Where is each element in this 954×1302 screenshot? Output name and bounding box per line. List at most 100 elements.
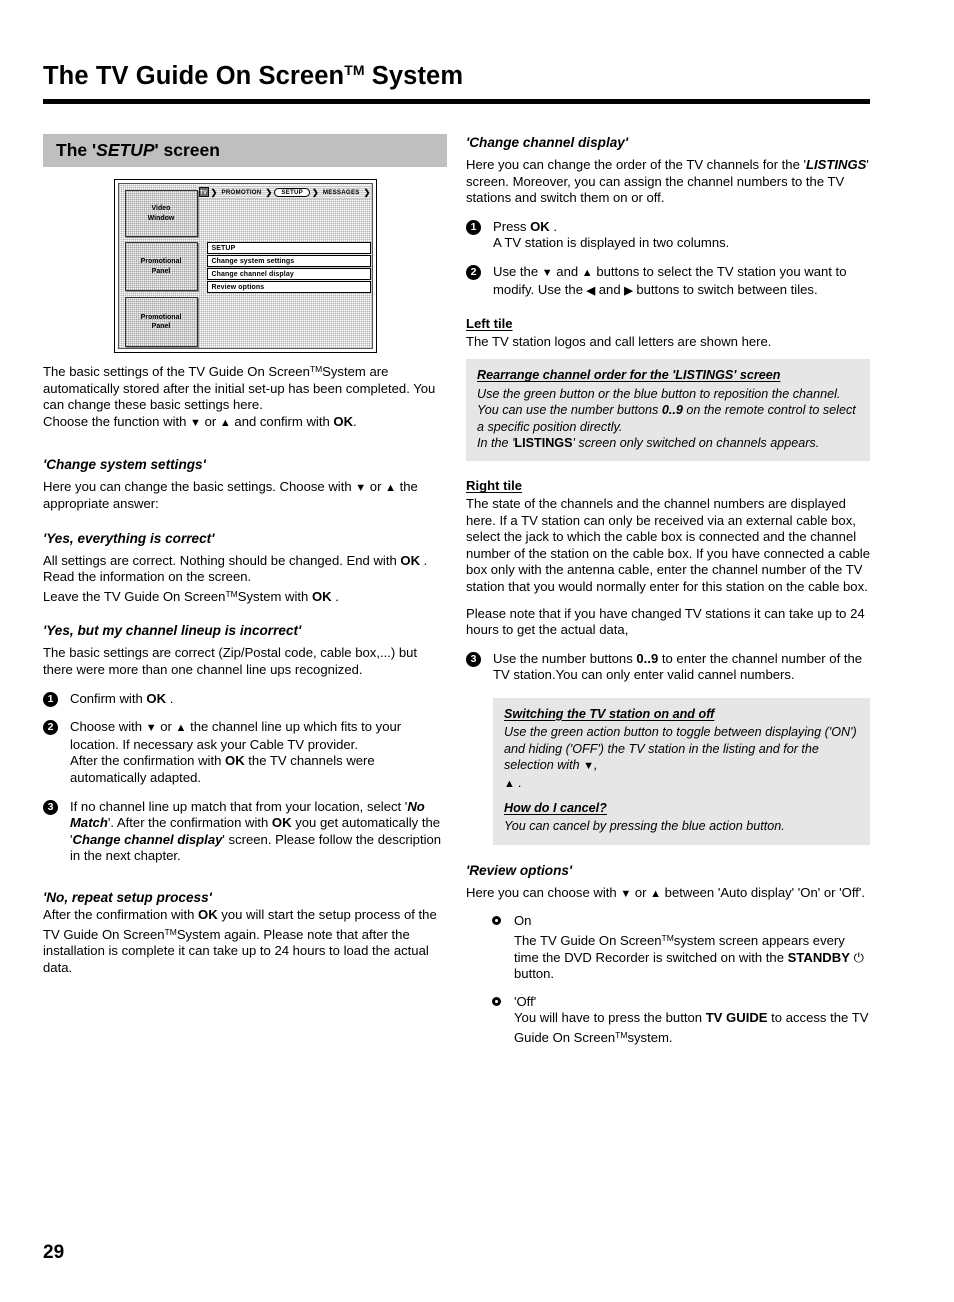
tv-mockup-navbar: TV ❯ PROMOTION ❯ SETUP ❯ MESSAGES ❯ <box>196 185 371 200</box>
nav-separator-icon: ❯ <box>265 187 273 197</box>
nr-text-a: After the confirmation with <box>43 907 195 922</box>
note-line3-emphasis-listings: LISTINGS <box>514 435 573 450</box>
step-number-badge: 1 <box>466 219 481 235</box>
step-item: 1 Press OK . A TV station is displayed i… <box>466 219 870 252</box>
ring-bullet-icon <box>492 996 501 1006</box>
step-number-badge: 3 <box>43 799 58 815</box>
up-arrow-icon: ▲ <box>219 416 231 429</box>
note-switching-heading-text: Switching the TV station on and off <box>504 706 715 721</box>
up-arrow-icon: ▲ <box>175 722 187 735</box>
bullet-on-body-a: The TV Guide On Screen <box>514 932 662 948</box>
intro-trademark-icon: TM <box>309 364 323 375</box>
section-banner-setup-screen: The 'SETUP' screen <box>43 134 447 168</box>
ok-button-label: OK <box>311 588 332 604</box>
banner-pre: The ' <box>56 140 97 160</box>
note-line3-b: ' screen only switched on channels appea… <box>572 435 820 450</box>
change-system-settings-intro: Here you can change the basic settings. … <box>43 479 447 513</box>
down-arrow-icon: ▼ <box>355 481 367 494</box>
heading-change-system-settings: 'Change system settings' <box>43 456 206 472</box>
up-arrow-icon: ▲ <box>504 777 515 790</box>
trademark-icon: TM <box>615 1029 628 1040</box>
number-buttons-label: 0..9 <box>661 403 683 418</box>
intro-or: or <box>204 413 217 429</box>
up-arrow-icon: ▲ <box>581 266 593 279</box>
ok-button-label: OK <box>271 815 292 831</box>
step-number-badge: 2 <box>43 720 58 736</box>
banner-emphasis: SETUP <box>96 140 155 160</box>
page-title: The TV Guide On ScreenTM System <box>43 62 463 91</box>
css-or: or <box>369 478 382 494</box>
nav-item-setup[interactable]: SETUP <box>274 187 311 197</box>
intro-period: . <box>353 413 357 429</box>
down-arrow-icon: ▼ <box>145 722 157 735</box>
page-number: 29 <box>43 1242 65 1263</box>
down-arrow-icon: ▼ <box>620 887 632 900</box>
r-step3-a: Use the number buttons <box>493 650 633 666</box>
tv-screen-inner: TV ❯ PROMOTION ❯ SETUP ❯ MESSAGES ❯ Vide… <box>117 183 373 350</box>
step-number-badge: 1 <box>43 691 58 707</box>
intro-text-a: The basic settings of the TV Guide On Sc… <box>43 364 310 380</box>
r-step2-a: Use the <box>493 263 539 279</box>
note-heading-b: ' screen <box>733 368 781 383</box>
menu-row-review-options[interactable]: Review options <box>206 281 371 294</box>
page-title-main: The TV Guide On Screen <box>43 62 345 90</box>
note-switching-comma: , <box>594 758 598 773</box>
bullet-off-body-c: system. <box>627 1029 673 1045</box>
tile-promotional-panel-1-label: Promotional Panel <box>140 258 182 275</box>
nav-item-promotion[interactable]: PROMOTION <box>220 189 264 196</box>
note-heading-cancel: How do I cancel? <box>504 800 859 818</box>
note-heading-rearrange: Rearrange channel order for the 'LISTING… <box>477 367 859 385</box>
step-item: 2 Use the ▼ and ▲ buttons to select the … <box>466 264 870 299</box>
r-step1-b: . <box>553 218 558 234</box>
tile-promotional-panel-1: Promotional Panel <box>124 242 198 292</box>
step-number-badge: 3 <box>466 651 481 667</box>
step-item: 3 If no channel line up match that from … <box>43 799 447 865</box>
down-arrow-icon: ▼ <box>583 760 594 773</box>
bullet-item-on: On The TV Guide On ScreenTMsystem screen… <box>466 913 870 982</box>
ro-intro-a: Here you can choose with <box>466 884 617 900</box>
step-item: 3 Use the number buttons 0..9 to enter t… <box>466 651 870 684</box>
bullet-on-body-c: button. <box>514 966 555 982</box>
heading-right-tile: Right tile <box>466 478 870 495</box>
note-heading-emphasis: LISTINGS <box>675 368 734 383</box>
heading-no-repeat-setup-process: 'No, repeat setup process' <box>43 890 212 905</box>
ok-button-label: OK <box>333 413 354 429</box>
menu-row-change-channel-display[interactable]: Change channel display <box>206 268 371 281</box>
ccd-emphasis-listings: LISTINGS <box>806 157 867 172</box>
heading-review-options: 'Review options' <box>466 862 573 878</box>
intro-choose-a: Choose the function with <box>43 413 187 429</box>
down-arrow-icon: ▼ <box>541 266 553 279</box>
ccd-intro-a: Here you can change the order of the TV … <box>466 157 806 172</box>
ro-or: or <box>634 884 647 900</box>
heading-left-tile: Left tile <box>466 316 870 333</box>
ok-button-label: OK <box>146 690 167 706</box>
ye-line3-b: System with <box>237 588 309 604</box>
step-number-badge: 2 <box>466 264 481 280</box>
trademark-icon: TM <box>225 588 238 599</box>
tile-video-window-label: Video Window <box>147 205 175 222</box>
review-options-intro: Here you can choose with ▼ or ▲ between … <box>466 885 870 903</box>
ring-bullet-icon <box>492 916 501 926</box>
nav-item-messages[interactable]: MESSAGES <box>321 189 362 196</box>
step3-emphasis-change-channel-display: Change channel display <box>72 831 223 847</box>
step3-text-a: If no channel line up match that from yo… <box>70 798 408 814</box>
yes-everything-body: All settings are correct. Nothing should… <box>43 553 447 606</box>
note-switching-period: . <box>518 775 522 790</box>
menu-row-change-system-settings[interactable]: Change system settings <box>206 255 371 268</box>
bullet-off-body-a: You will have to press the button <box>514 1010 703 1026</box>
up-arrow-icon: ▲ <box>650 887 662 900</box>
step3-text-b: '. After the confirmation with <box>107 815 269 831</box>
tile-promotional-panel-2: Promotional Panel <box>124 297 198 348</box>
title-divider <box>43 99 870 104</box>
r-step1-c: A TV station is displayed in two columns… <box>493 235 730 251</box>
intro-confirm: and confirm with <box>234 413 330 429</box>
setup-menu-list: SETUP Change system settings Change chan… <box>206 242 371 294</box>
change-channel-display-intro: Here you can change the order of the TV … <box>466 157 870 207</box>
heading-yes-everything-correct: 'Yes, everything is correct' <box>43 530 215 546</box>
note-line2-a: You can use the number buttons <box>477 403 659 418</box>
ok-button-label: OK <box>225 753 245 769</box>
up-arrow-icon: ▲ <box>385 481 396 494</box>
no-repeat-body: After the confirmation with OK you will … <box>43 907 447 976</box>
note-heading-a: Rearrange channel order for the ' <box>477 368 676 383</box>
note-line3-a: In the ' <box>477 435 515 450</box>
